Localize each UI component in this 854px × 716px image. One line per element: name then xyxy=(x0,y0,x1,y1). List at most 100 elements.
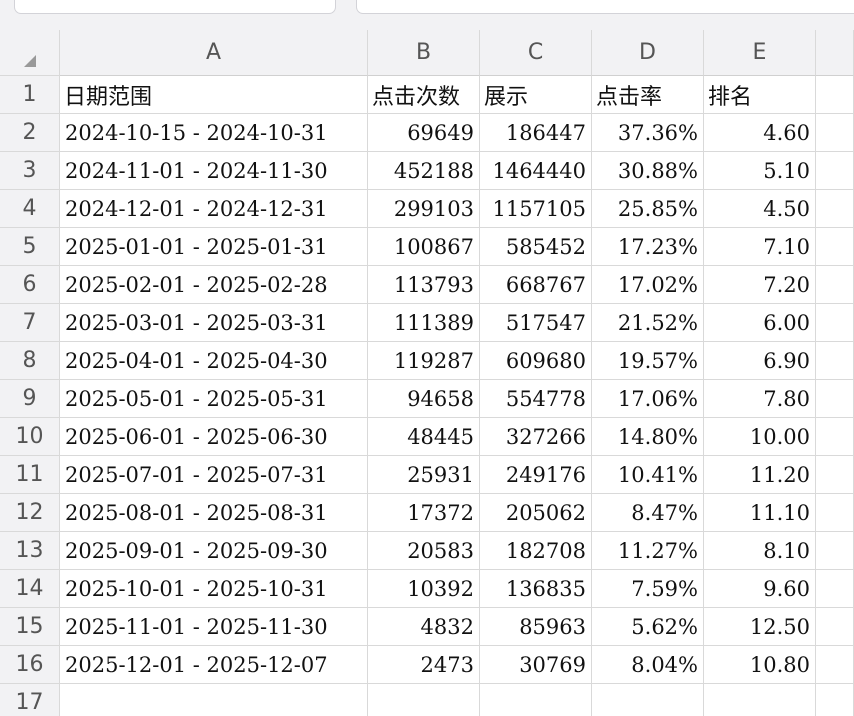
cell-clicks[interactable]: 113793 xyxy=(368,266,480,304)
row-header[interactable]: 7 xyxy=(0,304,60,342)
cell-empty[interactable] xyxy=(816,266,854,304)
cell-ctr[interactable]: 21.52% xyxy=(592,304,704,342)
row-header[interactable]: 13 xyxy=(0,532,60,570)
cell-clicks[interactable]: 452188 xyxy=(368,152,480,190)
cell-ctr[interactable]: 30.88% xyxy=(592,152,704,190)
cell-empty[interactable] xyxy=(816,152,854,190)
cell-date-range[interactable]: 2024-10-15 - 2024-10-31 xyxy=(60,114,368,152)
cell-rank[interactable]: 5.10 xyxy=(704,152,816,190)
row-header[interactable]: 9 xyxy=(0,380,60,418)
cell-date-range[interactable]: 2025-04-01 - 2025-04-30 xyxy=(60,342,368,380)
cell-impressions[interactable]: 205062 xyxy=(480,494,592,532)
cell-empty[interactable] xyxy=(816,684,854,716)
cell-impressions[interactable]: 136835 xyxy=(480,570,592,608)
cell-impressions[interactable]: 186447 xyxy=(480,114,592,152)
cell-impressions[interactable]: 609680 xyxy=(480,342,592,380)
cell-ctr[interactable]: 8.04% xyxy=(592,646,704,684)
cell-empty[interactable] xyxy=(816,532,854,570)
cell-ctr[interactable]: 14.80% xyxy=(592,418,704,456)
cell-empty[interactable] xyxy=(816,304,854,342)
column-header-a[interactable]: A xyxy=(60,30,368,76)
cell-ctr[interactable]: 17.02% xyxy=(592,266,704,304)
cell-empty[interactable] xyxy=(816,418,854,456)
cell-date-range[interactable]: 2025-07-01 - 2025-07-31 xyxy=(60,456,368,494)
cell-empty[interactable] xyxy=(816,190,854,228)
cell-ctr[interactable]: 17.06% xyxy=(592,380,704,418)
cell-clicks[interactable]: 48445 xyxy=(368,418,480,456)
cell-date-range[interactable]: 2025-05-01 - 2025-05-31 xyxy=(60,380,368,418)
formula-bar-input[interactable] xyxy=(356,0,854,14)
cell-clicks[interactable]: 25931 xyxy=(368,456,480,494)
cell-ctr[interactable]: 19.57% xyxy=(592,342,704,380)
cell-empty[interactable] xyxy=(480,684,592,716)
cell-rank[interactable]: 7.20 xyxy=(704,266,816,304)
cell-impressions[interactable]: 85963 xyxy=(480,608,592,646)
select-all-corner[interactable] xyxy=(0,30,60,76)
cell-empty[interactable] xyxy=(816,456,854,494)
cell-clicks[interactable]: 10392 xyxy=(368,570,480,608)
cell-empty[interactable] xyxy=(592,684,704,716)
column-header-e[interactable]: E xyxy=(704,30,816,76)
cell-ctr[interactable]: 10.41% xyxy=(592,456,704,494)
cell-empty[interactable] xyxy=(816,228,854,266)
cell-rank[interactable]: 6.90 xyxy=(704,342,816,380)
cell-ctr-header[interactable]: 点击率 xyxy=(592,76,704,114)
cell-rank[interactable]: 7.80 xyxy=(704,380,816,418)
cell-rank[interactable]: 4.50 xyxy=(704,190,816,228)
cell-impressions[interactable]: 517547 xyxy=(480,304,592,342)
row-header[interactable]: 15 xyxy=(0,608,60,646)
cell-date-range[interactable]: 2025-06-01 - 2025-06-30 xyxy=(60,418,368,456)
cell-clicks[interactable]: 100867 xyxy=(368,228,480,266)
cell-date-range[interactable]: 2025-11-01 - 2025-11-30 xyxy=(60,608,368,646)
cell-clicks[interactable]: 69649 xyxy=(368,114,480,152)
cell-impressions[interactable]: 182708 xyxy=(480,532,592,570)
cell-empty[interactable] xyxy=(816,76,854,114)
cell-rank[interactable]: 10.80 xyxy=(704,646,816,684)
cell-ctr[interactable]: 37.36% xyxy=(592,114,704,152)
row-header[interactable]: 17 xyxy=(0,684,60,716)
cell-empty[interactable] xyxy=(816,494,854,532)
cell-empty[interactable] xyxy=(816,342,854,380)
cell-date-range[interactable]: 2025-02-01 - 2025-02-28 xyxy=(60,266,368,304)
cell-clicks[interactable]: 299103 xyxy=(368,190,480,228)
cell-date-range-header[interactable]: 日期范围 xyxy=(60,76,368,114)
cell-ctr[interactable]: 7.59% xyxy=(592,570,704,608)
cell-rank[interactable]: 11.10 xyxy=(704,494,816,532)
cell-date-range[interactable]: 2024-12-01 - 2024-12-31 xyxy=(60,190,368,228)
cell-impressions-header[interactable]: 展示 xyxy=(480,76,592,114)
cell-impressions[interactable]: 585452 xyxy=(480,228,592,266)
row-header[interactable]: 5 xyxy=(0,228,60,266)
row-header[interactable]: 1 xyxy=(0,76,60,114)
row-header[interactable]: 14 xyxy=(0,570,60,608)
row-header[interactable]: 11 xyxy=(0,456,60,494)
cell-impressions[interactable]: 30769 xyxy=(480,646,592,684)
cell-ctr[interactable]: 5.62% xyxy=(592,608,704,646)
cell-date-range[interactable]: 2024-11-01 - 2024-11-30 xyxy=(60,152,368,190)
cell-clicks[interactable]: 17372 xyxy=(368,494,480,532)
cell-empty[interactable] xyxy=(816,380,854,418)
cell-date-range[interactable]: 2025-10-01 - 2025-10-31 xyxy=(60,570,368,608)
cell-empty[interactable] xyxy=(704,684,816,716)
row-header[interactable]: 4 xyxy=(0,190,60,228)
cell-clicks[interactable]: 119287 xyxy=(368,342,480,380)
row-header[interactable]: 16 xyxy=(0,646,60,684)
column-header-c[interactable]: C xyxy=(480,30,592,76)
cell-rank[interactable]: 8.10 xyxy=(704,532,816,570)
cell-ctr[interactable]: 11.27% xyxy=(592,532,704,570)
cell-empty[interactable] xyxy=(816,570,854,608)
cell-date-range[interactable]: 2025-12-01 - 2025-12-07 xyxy=(60,646,368,684)
column-header-b[interactable]: B xyxy=(368,30,480,76)
cell-empty[interactable] xyxy=(816,608,854,646)
cell-date-range[interactable]: 2025-03-01 - 2025-03-31 xyxy=(60,304,368,342)
cell-impressions[interactable]: 249176 xyxy=(480,456,592,494)
cell-impressions[interactable]: 1464440 xyxy=(480,152,592,190)
cell-date-range[interactable]: 2025-01-01 - 2025-01-31 xyxy=(60,228,368,266)
cell-ctr[interactable]: 17.23% xyxy=(592,228,704,266)
row-header[interactable]: 8 xyxy=(0,342,60,380)
row-header[interactable]: 12 xyxy=(0,494,60,532)
cell-clicks[interactable]: 2473 xyxy=(368,646,480,684)
cell-rank[interactable]: 9.60 xyxy=(704,570,816,608)
cell-clicks[interactable]: 111389 xyxy=(368,304,480,342)
cell-empty[interactable] xyxy=(816,646,854,684)
row-header[interactable]: 6 xyxy=(0,266,60,304)
